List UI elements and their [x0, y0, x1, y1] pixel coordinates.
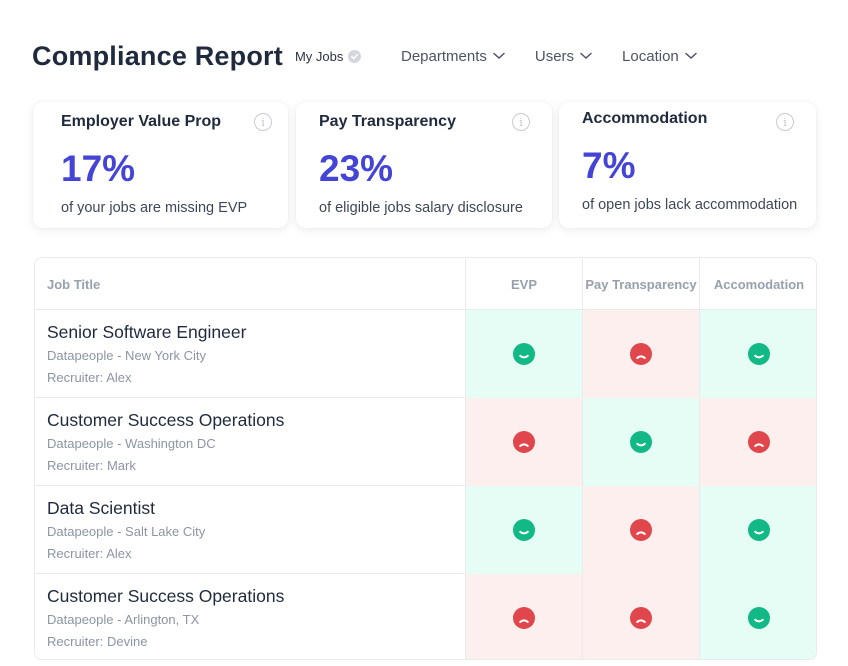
check-circle-icon — [348, 49, 362, 63]
accommodation-status-cell[interactable] — [699, 398, 816, 486]
card-value: 17% — [61, 148, 136, 189]
table-row[interactable]: Customer Success Operations Datapeople - … — [35, 398, 816, 486]
pay-transparency-card: Pay Transparency i 23% of eligible jobs … — [296, 102, 552, 228]
info-icon[interactable]: i — [776, 113, 794, 131]
accommodation-card: Accommodation i 7% of open jobs lack acc… — [559, 102, 816, 228]
job-recruiter: Recruiter: Alex — [47, 370, 132, 385]
job-location: Datapeople - Washington DC — [47, 436, 216, 451]
header: Compliance Report My Jobs Departments Us… — [32, 36, 832, 76]
users-label: Users — [534, 47, 575, 65]
job-title[interactable]: Data Scientist — [47, 498, 155, 519]
smile-face-icon — [513, 519, 535, 541]
frown-face-icon — [513, 607, 535, 629]
job-title[interactable]: Customer Success Operations — [47, 586, 284, 607]
users-dropdown[interactable]: Users — [535, 48, 592, 65]
accommodation-status-cell[interactable] — [699, 574, 816, 659]
table-header: Job Title EVP Pay Transparency Accomodat… — [35, 258, 816, 310]
smile-face-icon — [748, 607, 770, 629]
card-title: Pay Transparency — [319, 113, 456, 130]
job-location: Datapeople - New York City — [47, 348, 206, 363]
smile-face-icon — [630, 431, 652, 453]
my-jobs-toggle[interactable]: My Jobs — [294, 48, 362, 64]
card-value: 23% — [319, 148, 394, 189]
frown-face-icon — [630, 519, 652, 541]
card-value: 7% — [582, 145, 636, 186]
pay-transparency-status-cell[interactable] — [582, 310, 699, 398]
departments-dropdown[interactable]: Departments — [401, 48, 505, 65]
pay-transparency-status-cell[interactable] — [582, 574, 699, 659]
card-description: of open jobs lack accommodation — [582, 197, 798, 213]
job-location: Datapeople - Salt Lake City — [47, 524, 206, 539]
job-recruiter: Recruiter: Mark — [47, 458, 136, 473]
evp-card: Employer Value Prop i 17% of your jobs a… — [33, 102, 288, 228]
evp-status-cell[interactable] — [465, 486, 582, 574]
frown-face-icon — [630, 343, 652, 365]
evp-status-cell[interactable] — [465, 310, 582, 398]
my-jobs-label: My Jobs — [294, 48, 344, 64]
column-header-job-title[interactable]: Job Title — [47, 258, 100, 310]
location-label: Location — [622, 47, 679, 65]
card-description: of eligible jobs salary disclosure — [319, 200, 523, 216]
info-icon[interactable]: i — [512, 113, 530, 131]
column-header-evp[interactable]: EVP — [465, 258, 582, 310]
smile-face-icon — [748, 519, 770, 541]
table-row[interactable]: Customer Success Operations Datapeople - … — [35, 574, 816, 659]
frown-face-icon — [630, 607, 652, 629]
page-title: Compliance Report — [32, 40, 283, 71]
column-header-pay-transparency[interactable]: Pay Transparency — [582, 258, 699, 310]
job-title[interactable]: Senior Software Engineer — [47, 322, 246, 343]
card-title: Accommodation — [582, 110, 708, 127]
accommodation-status-cell[interactable] — [699, 310, 816, 398]
departments-label: Departments — [401, 47, 487, 65]
card-title: Employer Value Prop — [61, 113, 222, 130]
chevron-down-icon — [580, 52, 592, 60]
job-recruiter: Recruiter: Alex — [47, 546, 132, 561]
pay-transparency-status-cell[interactable] — [582, 398, 699, 486]
chevron-down-icon — [685, 52, 697, 60]
table-row[interactable]: Data Scientist Datapeople - Salt Lake Cit… — [35, 486, 816, 574]
job-recruiter: Recruiter: Devine — [47, 634, 148, 649]
accommodation-status-cell[interactable] — [699, 486, 816, 574]
card-description: of your jobs are missing EVP — [61, 200, 248, 216]
frown-face-icon — [748, 431, 770, 453]
evp-status-cell[interactable] — [465, 398, 582, 486]
job-title[interactable]: Customer Success Operations — [47, 410, 284, 431]
filter-bar: Departments Users Location — [401, 36, 727, 76]
evp-status-cell[interactable] — [465, 574, 582, 659]
smile-face-icon — [748, 343, 770, 365]
pay-transparency-status-cell[interactable] — [582, 486, 699, 574]
frown-face-icon — [513, 431, 535, 453]
column-header-accommodation[interactable]: Accomodation — [699, 258, 816, 310]
job-location: Datapeople - Arlington, TX — [47, 612, 200, 627]
location-dropdown[interactable]: Location — [622, 48, 697, 65]
chevron-down-icon — [493, 52, 505, 60]
smile-face-icon — [513, 343, 535, 365]
info-icon[interactable]: i — [254, 113, 272, 131]
compliance-table: Job Title EVP Pay Transparency Accomodat… — [34, 257, 817, 660]
table-row[interactable]: Senior Software Engineer Datapeople - New… — [35, 310, 816, 398]
